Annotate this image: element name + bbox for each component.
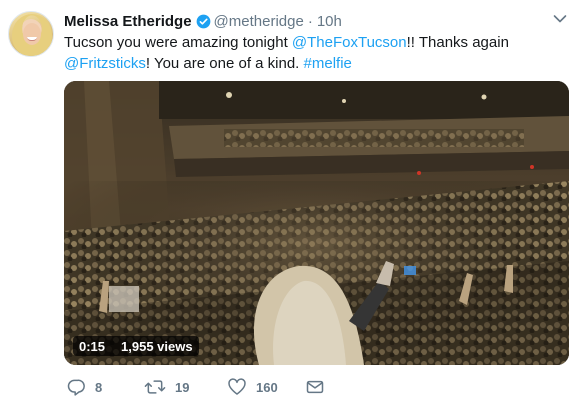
author-handle[interactable]: @metheridge — [214, 13, 304, 30]
video-info-badge: 0:15 1,955 views — [73, 336, 199, 356]
tweet-card[interactable]: Melissa Etheridge @metheridge · 10h Tucs… — [0, 0, 583, 409]
separator-dot: · — [307, 12, 313, 30]
tweet-text-part: Tucson you were amazing tonight — [64, 34, 292, 51]
mention-link[interactable]: @TheFoxTucson — [292, 34, 407, 51]
reply-count: 8 — [95, 379, 103, 395]
like-button[interactable]: 160 — [227, 375, 278, 399]
reply-icon — [67, 379, 85, 396]
hashtag-link[interactable]: #melfie — [304, 55, 352, 72]
video-duration: 0:15 — [79, 338, 106, 354]
reply-button[interactable]: 8 — [66, 375, 102, 399]
retweet-count: 19 — [175, 379, 190, 395]
chevron-down-icon[interactable] — [553, 14, 567, 24]
direct-message-button[interactable] — [305, 375, 334, 399]
tweet-text: Tucson you were amazing tonight @TheFoxT… — [64, 32, 569, 74]
like-count: 160 — [256, 379, 278, 395]
envelope-icon — [306, 380, 324, 394]
verified-badge-icon — [196, 14, 210, 28]
heart-icon — [228, 378, 246, 395]
mention-link[interactable]: @Fritzsticks — [64, 55, 146, 72]
author-name[interactable]: Melissa Etheridge — [64, 13, 192, 30]
retweet-button[interactable]: 19 — [144, 375, 189, 399]
tweet-text-part: !! Thanks again — [406, 34, 509, 51]
tweet-text-part: ! You are one of a kind. — [145, 55, 304, 72]
retweet-icon — [144, 380, 166, 394]
video-view-count: 1,955 views — [121, 338, 193, 354]
avatar[interactable] — [8, 11, 54, 57]
timestamp[interactable]: 10h — [317, 13, 342, 30]
tweet-actions: 8 19 160 — [64, 375, 364, 399]
tweet-header: Melissa Etheridge @metheridge · 10h — [64, 11, 342, 31]
video-frame — [64, 81, 569, 365]
video-player[interactable] — [64, 81, 569, 365]
